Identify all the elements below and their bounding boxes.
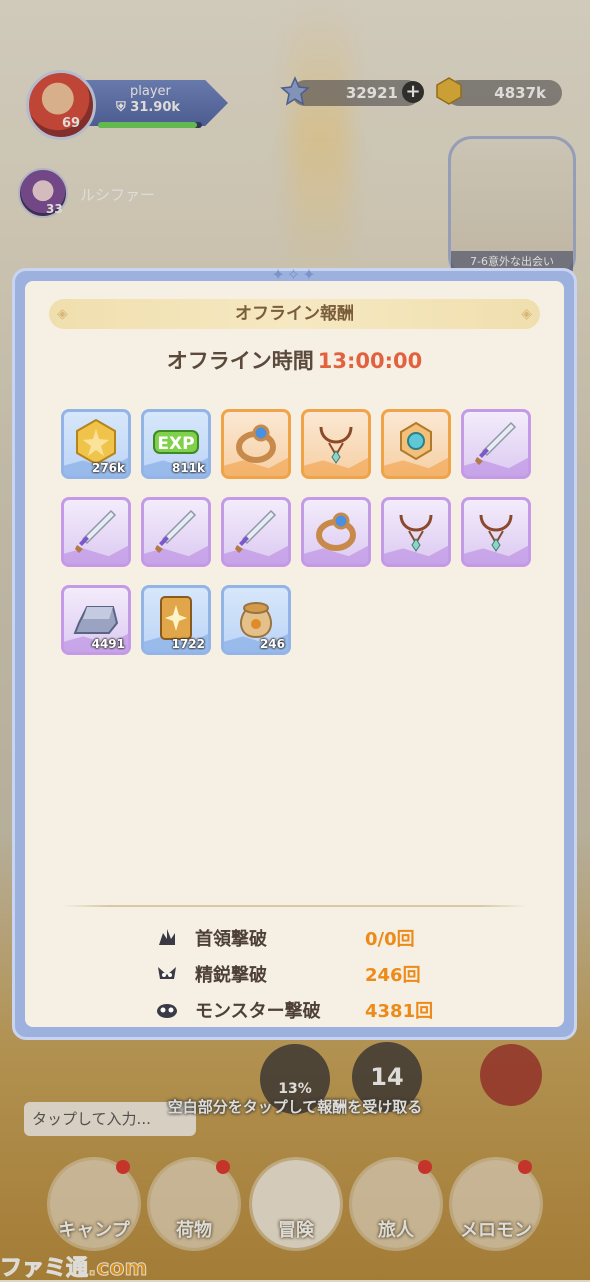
dialog-body: ◈ オフライン報酬 ◈ オフライン時間 13:00:00 276k EXP 811k 4… [25, 281, 564, 1027]
item-quantity: 276k [91, 461, 125, 475]
exp-icon: EXP [153, 430, 199, 454]
offline-reward-dialog: ✦✧✦ ◈ オフライン報酬 ◈ オフライン時間 13:00:00 276k EXP 8… [12, 265, 577, 1040]
stat-label: 精鋭撃破 [195, 965, 267, 986]
stat-label: モンスター撃破 [195, 1001, 321, 1022]
reward-item[interactable]: 1722 [141, 585, 211, 655]
stat-row: 首領撃破 0/0回 [155, 923, 475, 951]
reward-item[interactable]: EXP 811k [141, 409, 211, 479]
sword-icon [155, 509, 197, 553]
card-icon [160, 596, 192, 640]
stat-row: モンスター撃破 4381回 [155, 995, 475, 1023]
elite-icon [158, 967, 176, 979]
stat-label: 首領撃破 [195, 929, 267, 950]
amulet-icon [400, 421, 432, 461]
reward-item[interactable] [381, 497, 451, 567]
stat-value: 246回 [365, 965, 421, 986]
ingot-icon [73, 606, 119, 634]
offline-time-row: オフライン時間 13:00:00 [25, 345, 564, 375]
sword-icon [235, 509, 277, 553]
item-quantity: 1722 [171, 637, 205, 651]
item-quantity: 811k [171, 461, 205, 475]
monster-icon [157, 1004, 177, 1018]
reward-item[interactable] [381, 409, 451, 479]
sword-icon [75, 509, 117, 553]
reward-item[interactable] [461, 497, 531, 567]
offline-time-label: オフライン時間 [166, 349, 314, 373]
reward-item[interactable] [301, 409, 371, 479]
dialog-title: オフライン報酬 [235, 304, 354, 324]
divider [61, 905, 528, 907]
reward-item[interactable]: 246 [221, 585, 291, 655]
reward-item[interactable] [221, 497, 291, 567]
svg-text:EXP: EXP [157, 434, 194, 454]
dialog-title-bar: ◈ オフライン報酬 ◈ [49, 299, 540, 329]
reward-item[interactable] [461, 409, 531, 479]
stat-value: 4381回 [365, 1001, 434, 1022]
item-quantity: 246 [259, 637, 285, 651]
ring-icon [316, 512, 356, 551]
reward-item[interactable] [301, 497, 371, 567]
ring-icon [236, 424, 276, 463]
necklace-icon [319, 426, 353, 464]
stat-value: 0/0回 [365, 929, 415, 950]
reward-item[interactable]: 4491 [61, 585, 131, 655]
diamond-icon: ◈ [521, 306, 532, 322]
reward-item[interactable] [141, 497, 211, 567]
reward-item[interactable] [61, 497, 131, 567]
reward-item[interactable] [221, 409, 291, 479]
offline-time-value: 13:00:00 [317, 349, 423, 373]
necklace-icon [479, 514, 513, 552]
necklace-icon [399, 514, 433, 552]
diamond-icon: ◈ [57, 306, 68, 322]
pouch-icon [240, 602, 272, 639]
boss-icon [159, 929, 175, 945]
sword-icon [475, 421, 517, 465]
gold-coin-icon [76, 418, 116, 466]
reward-item[interactable]: 276k [61, 409, 131, 479]
item-quantity: 4491 [91, 637, 125, 651]
stat-row: 精鋭撃破 246回 [155, 959, 475, 987]
